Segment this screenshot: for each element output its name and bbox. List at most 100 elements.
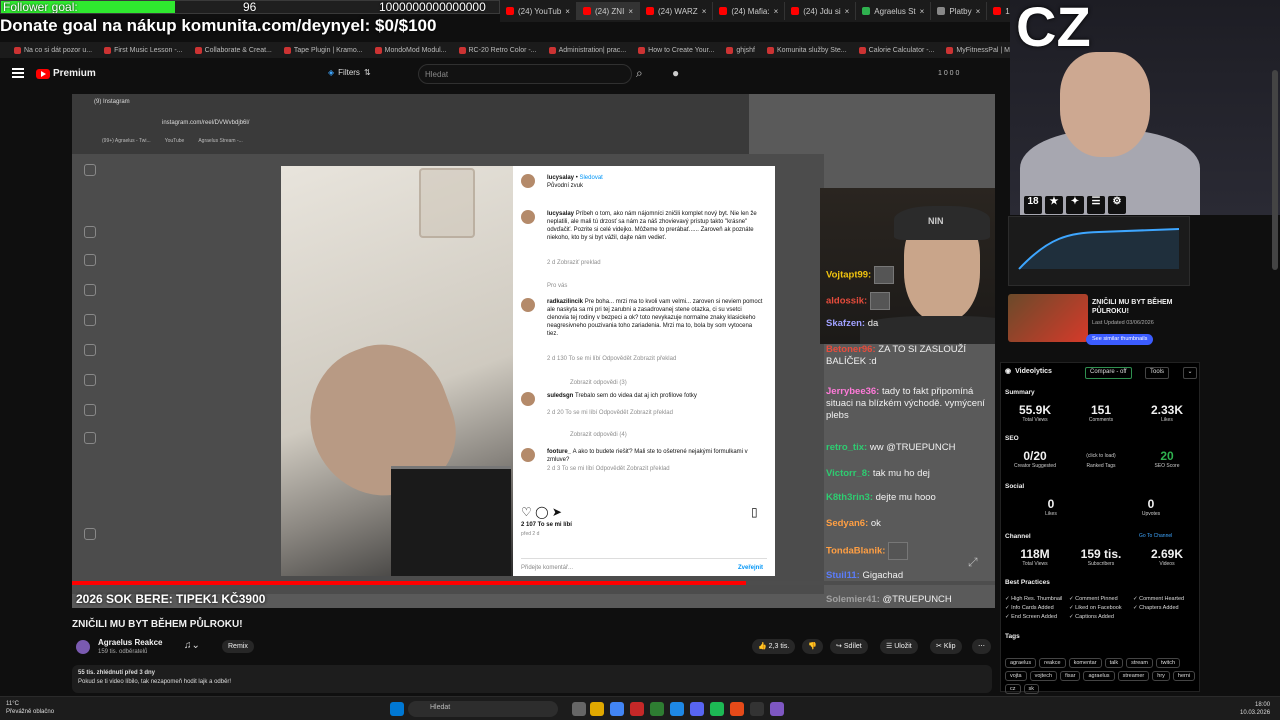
chrome-icon[interactable] — [610, 702, 624, 716]
search-icon[interactable]: ⌕ — [636, 66, 643, 81]
comment-body: A ako to budete riešiť? Mali ste to ošet… — [547, 449, 748, 463]
browser-tab[interactable]: Agraelus St × — [856, 2, 932, 20]
sidebar-video-thumbnail[interactable] — [1008, 294, 1088, 342]
close-icon[interactable]: × — [976, 7, 981, 16]
spotify-icon[interactable] — [710, 702, 724, 716]
create-icon — [84, 404, 96, 416]
tag-chip[interactable]: vojta — [1005, 671, 1027, 681]
browser-tab[interactable]: (24) Mafia: × — [713, 2, 786, 20]
tag-chip[interactable]: hry — [1152, 671, 1170, 681]
close-icon[interactable]: × — [565, 7, 570, 16]
save-button[interactable]: ☰ Uložit — [880, 639, 918, 654]
chevron-down-icon[interactable]: ⌄ — [1183, 367, 1197, 379]
tag-chip[interactable]: vojtech — [1029, 671, 1058, 681]
bookmark-item[interactable]: MyFitnessPal | MyFit... — [946, 46, 1010, 54]
bookmark-favicon-icon — [946, 46, 954, 54]
tab-label: Platby — [949, 6, 972, 16]
file-explorer-icon[interactable] — [590, 702, 604, 716]
chat-username: Skafzen: — [826, 318, 868, 329]
bookmark-item[interactable]: Komunita služby Ste... — [767, 46, 847, 54]
tag-chip[interactable]: fisar — [1060, 671, 1081, 681]
videos-value: 2.69K — [1150, 547, 1184, 561]
youtube-logo[interactable]: Premium — [36, 68, 96, 79]
tag-chip[interactable]: agraelus — [1083, 671, 1115, 681]
ranked-tags-load[interactable]: (click to load) — [1071, 453, 1131, 459]
go-to-channel-link[interactable]: Go To Channel — [1139, 533, 1172, 539]
bookmark-item[interactable]: First Music Lesson -... — [104, 46, 183, 54]
chat-username: aldossik: — [826, 295, 870, 307]
channel-avatar[interactable] — [76, 640, 90, 654]
bookmark-item[interactable]: How to Create Your... — [638, 46, 714, 54]
ranked-tags-stat[interactable]: (click to load) Ranked Tags — [1071, 453, 1131, 469]
taskbar-clock[interactable]: 18:00 10.03.2026 — [1240, 701, 1270, 717]
search-input[interactable]: Hledat — [418, 64, 632, 84]
close-icon[interactable]: × — [774, 7, 779, 16]
badge-icon: ✦ — [1066, 196, 1084, 214]
bookmark-item[interactable]: Collaborate & Creat... — [194, 46, 272, 54]
close-icon[interactable]: × — [920, 7, 925, 16]
mic-icon[interactable]: ● — [672, 66, 679, 80]
compare-toggle[interactable]: Compare - off — [1085, 367, 1132, 379]
browser-tab[interactable]: (24) YouTub × — [500, 2, 577, 20]
close-icon[interactable]: × — [628, 7, 633, 16]
browser-tab[interactable]: (24) Jdu si × — [785, 2, 857, 20]
menu-icon[interactable] — [12, 68, 24, 78]
app-icon[interactable] — [750, 702, 764, 716]
app-icon[interactable] — [630, 702, 644, 716]
bookmark-item[interactable]: MondoMod Modul... — [374, 46, 447, 54]
dislike-button[interactable]: 👎 — [802, 639, 823, 654]
tools-dropdown[interactable]: Tools — [1145, 367, 1170, 379]
tag-chip[interactable]: herni — [1172, 671, 1196, 681]
tag-chip[interactable]: talk — [1104, 658, 1124, 668]
remix-button[interactable]: Remix — [222, 640, 254, 653]
miniplayer-icon[interactable]: ⤢ — [968, 555, 978, 570]
tag-chip[interactable]: streamer — [1117, 671, 1150, 681]
filters-button[interactable]: ◈ Filters ⇅ — [328, 68, 371, 77]
tab-favicon-icon — [791, 7, 800, 15]
tag-chip[interactable]: cz — [1005, 684, 1021, 694]
bookmark-item[interactable]: Administration| prac... — [548, 46, 626, 54]
obs-icon[interactable] — [730, 702, 744, 716]
tag-chip[interactable]: agraelus — [1005, 658, 1037, 668]
task-view-icon[interactable] — [572, 702, 586, 716]
app-icon[interactable] — [670, 702, 684, 716]
bookmark-item[interactable]: ghjshf — [726, 46, 755, 54]
bell-icon[interactable]: ♫⌄ — [184, 640, 200, 651]
browser-tab[interactable]: (24) WARZ × — [640, 2, 714, 20]
instagram-logo-icon — [84, 164, 96, 176]
bookmark-item[interactable]: Tape Plugin | Kramo... — [283, 46, 363, 54]
tag-chip[interactable]: stream — [1126, 658, 1153, 668]
weather-widget[interactable]: 11°C Převážně oblačno — [6, 700, 54, 716]
chat-text: da — [867, 318, 879, 329]
channel-heading: Channel — [1005, 533, 1031, 540]
tag-chip[interactable]: komentar — [1068, 658, 1102, 668]
tag-chip[interactable]: reakce — [1039, 658, 1066, 668]
channel-name[interactable]: Agraelus Reakce — [98, 638, 162, 647]
more-icon: ⋯ — [978, 643, 985, 650]
windows-start-icon[interactable] — [390, 702, 404, 716]
views-graph — [1008, 216, 1190, 286]
app-icon[interactable] — [650, 702, 664, 716]
chat-text: ww @TRUEPUNCH — [869, 442, 956, 453]
close-icon[interactable]: × — [702, 7, 707, 16]
close-icon[interactable]: × — [845, 7, 850, 16]
app-icon[interactable] — [770, 702, 784, 716]
bookmark-item[interactable]: Na co si dát pozor u... — [14, 46, 92, 54]
youtube-top-nav: Premium ◈ Filters ⇅ Hledat ⌕ ● 1 0 0 0 — [0, 62, 1010, 88]
scrollbar[interactable] — [1272, 70, 1278, 270]
clip-button[interactable]: ✂ Klip — [930, 639, 962, 654]
bookmark-item[interactable]: Calorie Calculator -... — [858, 46, 934, 54]
discord-icon[interactable] — [690, 702, 704, 716]
bookmark-item[interactable]: RC-20 Retro Color -... — [458, 46, 537, 54]
video-description[interactable]: 55 tis. zhlédnutí před 3 dny Pokud se ti… — [72, 665, 992, 693]
tag-chip[interactable]: twitch — [1155, 658, 1180, 668]
share-button[interactable]: ↪ Sdílet — [830, 639, 868, 654]
more-actions-button[interactable]: ⋯ — [972, 639, 991, 654]
like-button[interactable]: 👍 2,3 tis. — [752, 639, 796, 654]
sidebar-video-title[interactable]: ZNIČILI MU BYT BĚHEM PŮLROKU! — [1092, 298, 1182, 316]
browser-tab[interactable]: (24) ZNI × — [576, 2, 640, 20]
browser-tab[interactable]: Platby × — [931, 2, 988, 20]
tag-chip[interactable]: sk — [1023, 684, 1039, 694]
similar-thumbnails-button[interactable]: See similar thumbnails — [1086, 334, 1154, 345]
taskbar-search[interactable]: Hledat — [408, 701, 558, 717]
